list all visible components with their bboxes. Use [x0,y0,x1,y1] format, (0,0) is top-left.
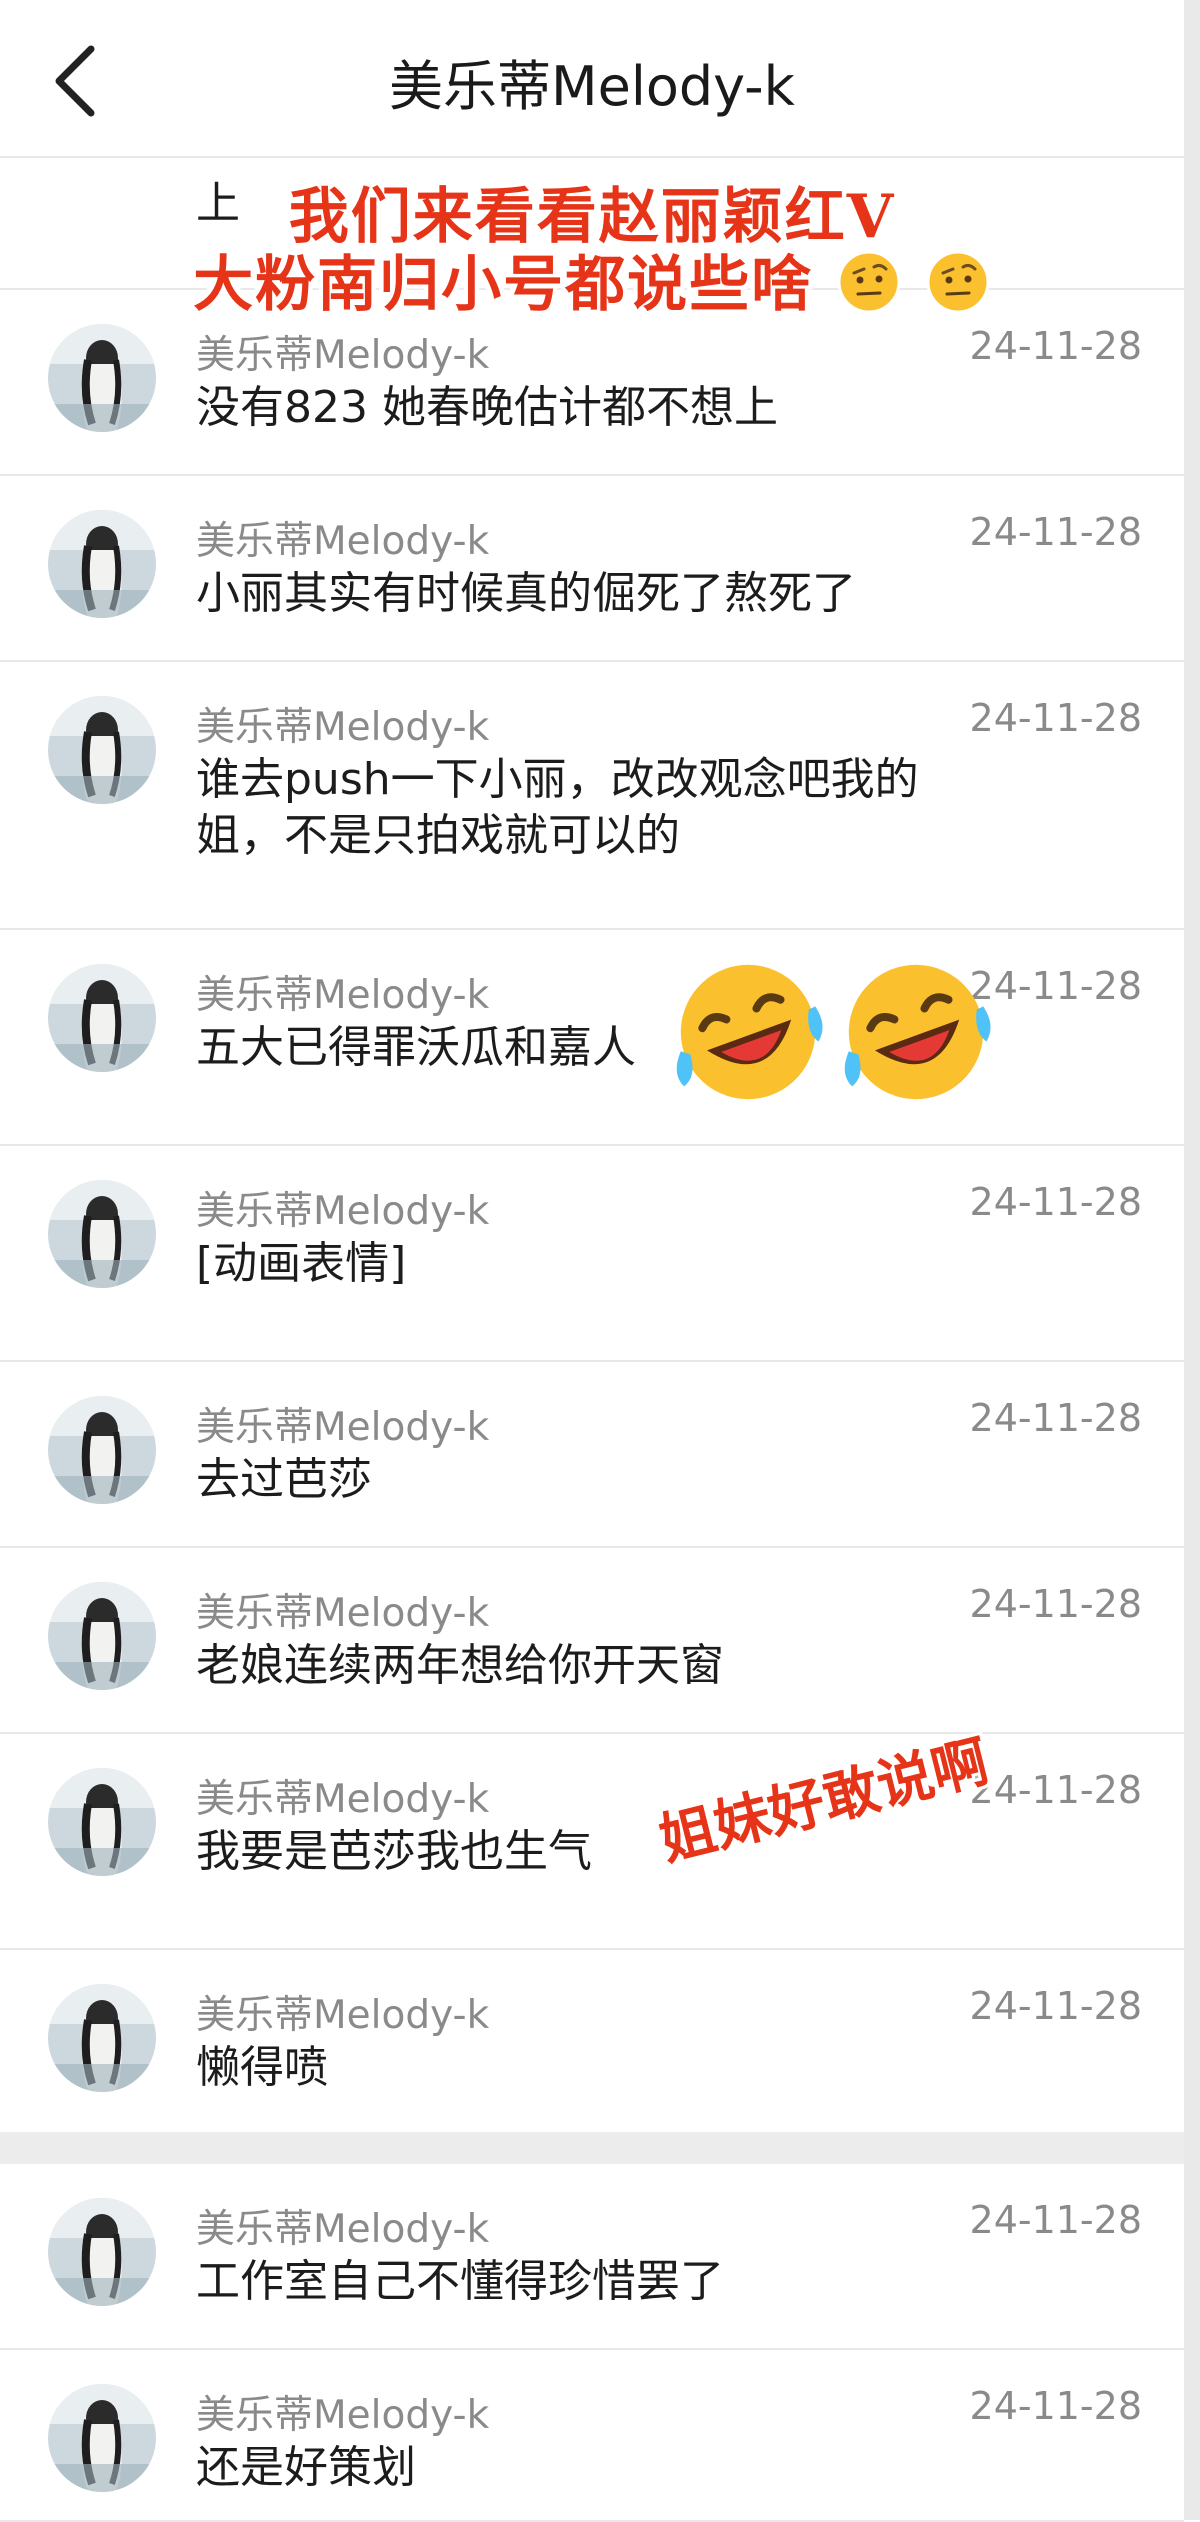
sender-name[interactable]: 美乐蒂Melody-k [196,1768,489,1824]
avatar[interactable] [48,1582,156,1690]
message-text: 老娘连续两年想给你开天窗 [196,1640,724,1691]
list-item[interactable]: 美乐蒂Melody-k 24-11-28 还是好策划 [0,2350,1184,2522]
avatar[interactable] [48,964,156,1072]
sender-name[interactable]: 美乐蒂Melody-k [196,1396,489,1452]
message-text: 工作室自己不懂得珍惜罢了 [196,2256,724,2307]
page-title: 美乐蒂Melody-k [389,55,795,118]
rolling-laughing-emoji [844,964,991,1100]
message-time: 24-11-28 [969,510,1142,554]
message-text: 我要是芭莎我也生气 [196,1826,592,1877]
avatar-image [48,2384,156,2492]
overlay-title-line2: 大粉南归小号都说些啥 [0,236,1184,323]
list-item[interactable]: 美乐蒂Melody-k 24-11-28 [动画表情] [0,1146,1184,1362]
message-time: 24-11-28 [969,1396,1142,1440]
avatar-image [48,1768,156,1876]
avatar-image [48,1984,156,2092]
avatar[interactable] [48,1396,156,1504]
avatar[interactable] [48,1984,156,2092]
sender-name[interactable]: 美乐蒂Melody-k [196,1180,489,1236]
message-text: 还是好策划 [196,2442,416,2493]
sender-name[interactable]: 美乐蒂Melody-k [196,2384,489,2440]
avatar-image [48,964,156,1072]
avatar-image [48,1396,156,1504]
overlay-title-line2-text: 大粉南归小号都说些啥 [193,250,814,320]
message-time: 24-11-28 [969,1768,1142,1812]
avatar-image [48,2198,156,2306]
message-text: 小丽其实有时候真的倔死了熬死了 [196,568,856,619]
avatar[interactable] [48,2384,156,2492]
list-item[interactable]: 美乐蒂Melody-k 24-11-28 去过芭莎 [0,1362,1184,1548]
sender-name[interactable]: 美乐蒂Melody-k [196,696,489,752]
message-time: 24-11-28 [969,696,1142,740]
list-item[interactable]: 美乐蒂Melody-k 24-11-28 五大已得罪沃瓜和嘉人 [0,930,1184,1146]
rolling-laughing-emoji [676,964,823,1100]
avatar[interactable] [48,324,156,432]
sender-name[interactable]: 美乐蒂Melody-k [196,964,489,1020]
avatar-image [48,324,156,432]
avatar[interactable] [48,1180,156,1288]
scroll-edge [1184,0,1200,2520]
message-time: 24-11-28 [969,1180,1142,1224]
raised-eyebrow-emoji [926,250,990,314]
list-item[interactable]: 美乐蒂Melody-k 24-11-28 我要是芭莎我也生气 [0,1734,1184,1950]
message-time: 24-11-28 [969,1582,1142,1626]
section-divider [0,2132,1184,2164]
sender-name[interactable]: 美乐蒂Melody-k [196,2198,489,2254]
avatar-image [48,696,156,804]
message-time: 24-11-28 [969,1984,1142,2028]
list-item[interactable]: 美乐蒂Melody-k 24-11-28 谁去push一下小丽，改改观念吧我的姐… [0,662,1184,930]
sender-name[interactable]: 美乐蒂Melody-k [196,1984,489,2040]
raised-eyebrow-emoji [837,250,901,314]
list-item[interactable]: 美乐蒂Melody-k 24-11-28 懒得喷 [0,1950,1184,2134]
list-item[interactable]: 美乐蒂Melody-k 24-11-28 小丽其实有时候真的倔死了熬死了 [0,476,1184,662]
message-time: 24-11-28 [969,2384,1142,2428]
avatar[interactable] [48,2198,156,2306]
top-bar: 美乐蒂Melody-k [0,0,1184,158]
message-time: 24-11-28 [969,324,1142,368]
sender-name[interactable]: 美乐蒂Melody-k [196,510,489,566]
message-text: 谁去push一下小丽，改改观念吧我的姐，不是只拍戏就可以的 [196,754,919,861]
avatar-image [48,1180,156,1288]
avatar[interactable] [48,510,156,618]
chat-screen: 美乐蒂Melody-k 上 美乐蒂Melody-k 24-11-28 没有823… [0,0,1184,2522]
message-time: 24-11-28 [969,2198,1142,2242]
message-text: 没有823 她春晚估计都不想上 [196,382,778,433]
avatar[interactable] [48,696,156,804]
avatar[interactable] [48,1768,156,1876]
avatar-image [48,1582,156,1690]
sender-name[interactable]: 美乐蒂Melody-k [196,324,489,380]
message-text: 懒得喷 [196,2042,328,2093]
message-text: 去过芭莎 [196,1454,372,1505]
list-item[interactable]: 美乐蒂Melody-k 24-11-28 工作室自己不懂得珍惜罢了 [0,2164,1184,2350]
list-item[interactable]: 美乐蒂Melody-k 24-11-28 老娘连续两年想给你开天窗 [0,1548,1184,1734]
avatar-image [48,510,156,618]
message-text: [动画表情] [196,1238,407,1289]
sender-name[interactable]: 美乐蒂Melody-k [196,1582,489,1638]
